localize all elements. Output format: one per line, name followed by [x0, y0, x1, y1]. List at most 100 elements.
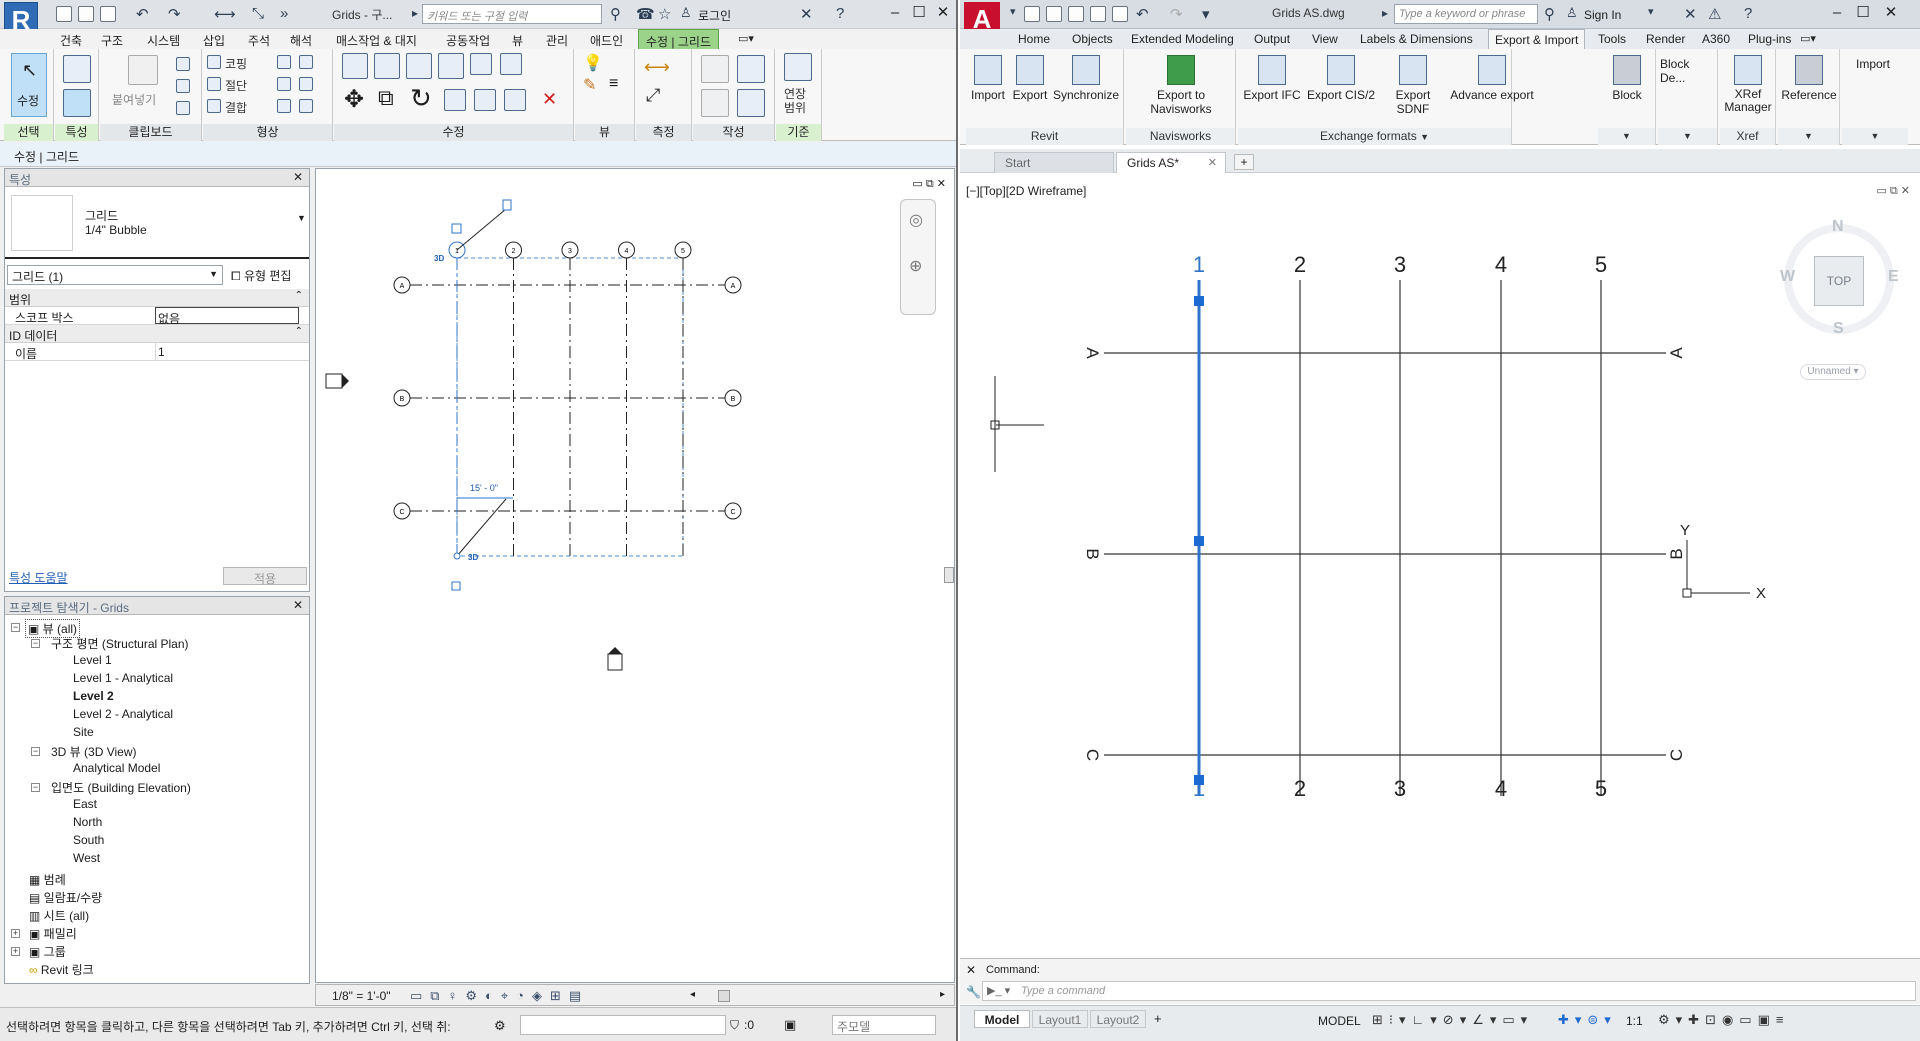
tab-tools[interactable]: Tools: [1598, 32, 1626, 46]
minimize-button[interactable]: –: [1826, 3, 1848, 25]
print-icon[interactable]: [1112, 6, 1128, 22]
tab-layout1[interactable]: Layout1: [1032, 1010, 1088, 1028]
undo-icon[interactable]: ↶: [136, 5, 149, 23]
save-icon[interactable]: [78, 6, 94, 22]
tab-output[interactable]: Output: [1254, 32, 1290, 46]
revit-drawing-area[interactable]: ▭ ⧉ ✕ ◎ ⊕ A A B B C C 1 2 3 4 5 3D 3D 15' - 0": [315, 168, 955, 983]
geometry-tool-icon[interactable]: [277, 77, 291, 91]
save-icon[interactable]: [1068, 6, 1084, 22]
collapse-icon[interactable]: ⌃: [295, 326, 303, 337]
wrench-icon[interactable]: 🔧: [966, 985, 981, 999]
user-icon[interactable]: ♙: [680, 5, 692, 21]
create-group-icon[interactable]: [737, 89, 765, 117]
scale-icon[interactable]: [504, 89, 526, 111]
cut-icon[interactable]: [176, 57, 190, 71]
worksets-icon[interactable]: ⚙: [494, 1018, 506, 1034]
export-ifc-button[interactable]: Export IFC: [1240, 55, 1304, 102]
view-scale[interactable]: 1/8" = 1'-0": [332, 989, 391, 1003]
instance-filter-select[interactable]: 그리드 (1) ▼: [7, 265, 223, 285]
compass-west[interactable]: W: [1780, 268, 1795, 286]
saveas-icon[interactable]: [1090, 6, 1106, 22]
lightbulb-icon[interactable]: 💡: [583, 53, 603, 73]
name-field[interactable]: 1: [155, 343, 299, 360]
dropdown-icon[interactable]: ▾: [1648, 5, 1654, 18]
block-definition-label[interactable]: Block De...: [1660, 57, 1717, 85]
tab-view[interactable]: View: [1312, 32, 1338, 46]
ucs-menu[interactable]: Unnamed ▾: [1800, 364, 1866, 380]
compass-south[interactable]: S: [1833, 320, 1844, 338]
dropdown-icon[interactable]: ▾: [1010, 5, 1016, 18]
chevron-down-icon[interactable]: ▼: [1842, 128, 1908, 145]
export-navisworks-button[interactable]: Export to Navisworks: [1128, 55, 1234, 116]
properties-help-link[interactable]: 특성 도움말: [9, 569, 68, 586]
tree-sheets[interactable]: ▥ 시트 (all): [29, 907, 89, 924]
tab-extended-modeling[interactable]: Extended Modeling: [1131, 32, 1234, 46]
collapse-icon[interactable]: −: [11, 623, 20, 632]
tree-level2[interactable]: Level 2: [73, 689, 114, 703]
collapse-icon[interactable]: −: [31, 639, 40, 648]
design-option-icon[interactable]: ⛉: [730, 1018, 739, 1033]
model-select[interactable]: 주모델: [832, 1015, 936, 1035]
annotation-icons[interactable]: ✚▾⊜▾: [1558, 1012, 1617, 1028]
expand-icon[interactable]: +: [11, 929, 20, 938]
command-input[interactable]: ▶_ ▾ Type a command: [982, 981, 1916, 1001]
dimension-icon[interactable]: ⤡: [252, 5, 264, 22]
cut-geometry-label[interactable]: 절단: [225, 77, 247, 94]
propagate-extents-label[interactable]: 연장 범위: [784, 87, 806, 115]
horizontal-scrollbar-thumb[interactable]: [718, 990, 730, 1002]
tree-south[interactable]: South: [73, 833, 104, 847]
aligned-dimension-icon[interactable]: ⤢: [646, 85, 660, 106]
favorites-icon[interactable]: ☆: [658, 5, 671, 23]
comm-center-icon[interactable]: ☎: [636, 5, 655, 23]
tree-east[interactable]: East: [73, 797, 97, 811]
tab-massing[interactable]: 매스작업 & 대지: [336, 32, 417, 49]
tab-model[interactable]: Model: [974, 1010, 1030, 1028]
create-parts-icon[interactable]: [737, 55, 765, 83]
create-assembly-icon[interactable]: [701, 55, 729, 83]
tab-architecture[interactable]: 건축: [60, 32, 82, 49]
tree-revit-links[interactable]: ∞ Revit 링크: [29, 961, 94, 978]
join-icon[interactable]: [207, 99, 221, 113]
tab-labels-dimensions[interactable]: Labels & Dimensions: [1360, 32, 1473, 46]
tab-layout2[interactable]: Layout2: [1090, 1010, 1146, 1028]
tab-systems[interactable]: 시스템: [147, 32, 180, 49]
tree-3d-view[interactable]: 3D 뷰 (3D View): [51, 743, 137, 760]
tab-grids-as[interactable]: Grids AS* ✕: [1116, 152, 1226, 173]
tab-home[interactable]: Home: [1018, 32, 1050, 46]
geometry-tool-icon[interactable]: [299, 99, 313, 113]
close-button[interactable]: ✕: [932, 3, 954, 25]
export-cis2-button[interactable]: Export CIS/2: [1306, 55, 1376, 102]
tree-west[interactable]: West: [73, 851, 100, 865]
edit-type-button[interactable]: ⧠ 유형 편집: [229, 265, 309, 285]
scroll-left-icon[interactable]: ◂: [690, 989, 695, 1000]
drafting-aid-icons[interactable]: ⊞⁝▾∟▾⊘▾∠▾▭▾: [1372, 1012, 1533, 1028]
block-button[interactable]: Block: [1602, 55, 1652, 102]
import-revit-button[interactable]: Import: [968, 55, 1008, 102]
tree-level2-analytical[interactable]: Level 2 - Analytical: [73, 707, 173, 721]
chevron-down-icon[interactable]: ▼: [1778, 128, 1839, 145]
tab-a360[interactable]: A360: [1702, 32, 1730, 46]
move-icon[interactable]: ✥: [344, 85, 364, 114]
autocad-signin[interactable]: Sign In: [1584, 8, 1621, 22]
reference-button[interactable]: Reference: [1780, 55, 1838, 102]
sync-icon[interactable]: [100, 6, 116, 22]
tab-collaborate[interactable]: 공동작업: [446, 32, 490, 49]
viewcube-top-face[interactable]: TOP: [1814, 256, 1864, 306]
help-icon[interactable]: ?: [836, 5, 844, 22]
synchronize-button[interactable]: Synchronize: [1052, 55, 1120, 102]
create-similar-icon[interactable]: [701, 89, 729, 117]
new-tab-button[interactable]: +: [1234, 154, 1254, 170]
revit-signin[interactable]: 로그인: [698, 7, 731, 24]
advance-export-button[interactable]: Advance export: [1448, 55, 1536, 102]
viewcube[interactable]: N S W E TOP: [1774, 214, 1904, 344]
close-icon[interactable]: ✕: [966, 963, 976, 977]
close-icon[interactable]: ✕: [293, 170, 303, 184]
offset-icon[interactable]: [374, 53, 400, 79]
maximize-button[interactable]: ☐: [1852, 3, 1874, 25]
join-label[interactable]: 결합: [225, 99, 247, 116]
measure-between-icon[interactable]: ⟷: [644, 57, 670, 78]
annotation-scale[interactable]: 1:1: [1626, 1014, 1643, 1028]
ribbon-options-icon[interactable]: ▭▾: [1800, 32, 1816, 45]
workset-select[interactable]: [520, 1015, 726, 1035]
tab-manage[interactable]: 관리: [546, 32, 568, 49]
